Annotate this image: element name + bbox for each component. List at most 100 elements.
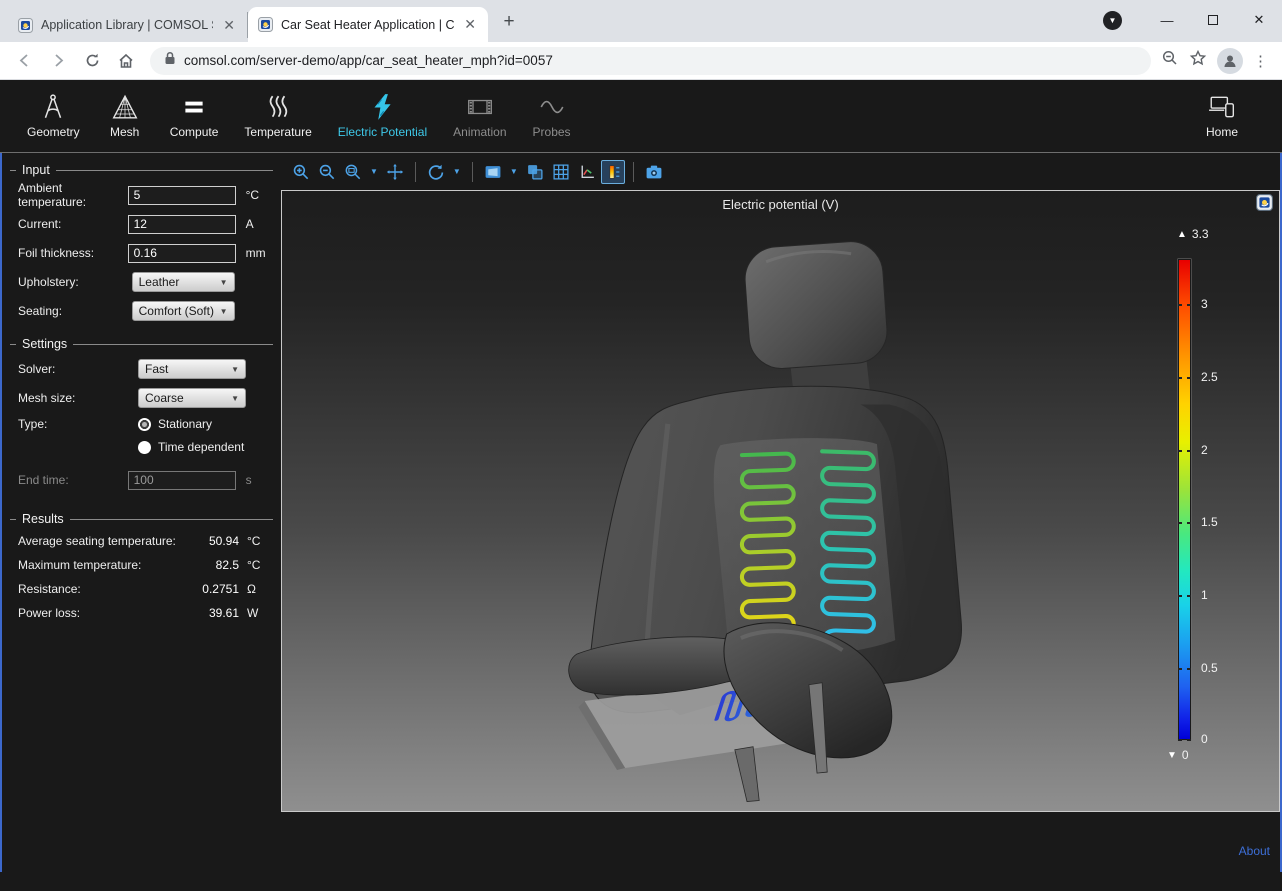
new-tab-button[interactable]: + [496, 9, 522, 35]
ribbon-label: Compute [170, 125, 219, 139]
field-unit: mm [246, 246, 273, 260]
bookmark-star-icon[interactable] [1189, 49, 1207, 72]
triangle-up-icon: ▲ [1177, 229, 1187, 240]
solver-dropdown[interactable]: Fast ▼ [138, 359, 246, 379]
foil-thickness-input[interactable] [128, 244, 236, 263]
zoom-box-button[interactable] [341, 160, 365, 184]
maximize-button[interactable] [1190, 3, 1236, 37]
close-button[interactable]: ✕ [1236, 3, 1282, 37]
radio-time-dependent[interactable]: Time dependent [138, 440, 244, 454]
browser-tab-background[interactable]: Application Library | COMSOL Se ✕ [8, 12, 248, 38]
browser-tab-active[interactable]: Car Seat Heater Application | CO ✕ [248, 7, 488, 42]
zoom-out-icon[interactable] [1161, 49, 1179, 72]
chevron-down-icon: ▼ [231, 394, 239, 403]
radio-stationary[interactable]: Stationary [138, 417, 244, 431]
comsol-favicon-icon [258, 17, 273, 32]
tab-close-icon[interactable]: ✕ [462, 16, 478, 33]
section-header-results: Results [10, 512, 273, 526]
section-header-input: Input [10, 163, 273, 177]
dropdown-value: Comfort (Soft) [139, 304, 220, 318]
result-label: Resistance: [18, 582, 187, 596]
field-unit: °C [246, 188, 273, 202]
temperature-waves-icon [263, 93, 293, 121]
seating-dropdown[interactable]: Comfort (Soft) ▼ [132, 301, 235, 321]
colorbar-max: ▲ 3.3 [1177, 227, 1233, 241]
result-maximum-temperature: Maximum temperature: 82.5 °C [18, 558, 273, 572]
compute-equals-icon [179, 93, 209, 121]
rotate-dropdown-icon[interactable]: ▼ [450, 167, 464, 176]
zoom-extents-button[interactable] [383, 160, 407, 184]
colorbar-min-value: 0 [1182, 748, 1189, 762]
ribbon-button-compute[interactable]: Compute [157, 89, 232, 143]
axes-plot-button[interactable] [575, 160, 599, 184]
ribbon-button-home[interactable]: Home [1190, 89, 1254, 143]
ribbon-label: Probes [533, 125, 571, 139]
field-upholstery: Upholstery: Leather ▼ [18, 272, 273, 292]
upholstery-dropdown[interactable]: Leather ▼ [132, 272, 235, 292]
grid-button[interactable] [549, 160, 573, 184]
about-link[interactable]: About [1239, 844, 1270, 858]
ribbon-button-probes: Probes [520, 89, 584, 143]
geometry-compass-icon [38, 93, 68, 121]
app-content: Input Ambient temperature: °C Current: A… [0, 153, 1282, 872]
mesh-triangle-icon [110, 93, 140, 121]
comsol-favicon-icon [18, 18, 33, 33]
colorbar-max-value: 3.3 [1192, 227, 1209, 241]
rotate-button[interactable] [424, 160, 448, 184]
field-solver: Solver: Fast ▼ [18, 359, 273, 379]
mesh-size-dropdown[interactable]: Coarse ▼ [138, 388, 246, 408]
probes-wave-icon [537, 93, 567, 121]
graphics-canvas[interactable]: Electric potential (V) [281, 190, 1280, 812]
zoom-out-button[interactable] [315, 160, 339, 184]
url-bar[interactable]: comsol.com/server-demo/app/car_seat_heat… [150, 47, 1151, 75]
profile-avatar[interactable] [1217, 48, 1243, 74]
result-unit: Ω [247, 582, 273, 596]
car-seat-3d-render [282, 191, 1279, 811]
result-average-seating-temperature: Average seating temperature: 50.94 °C [18, 534, 273, 548]
back-button[interactable] [10, 47, 38, 75]
result-label: Power loss: [18, 606, 187, 620]
forward-button[interactable] [44, 47, 72, 75]
electric-bolt-icon [367, 93, 397, 121]
chrome-status-chevron-icon[interactable]: ▼ [1103, 11, 1122, 30]
home-button-browser[interactable] [112, 47, 140, 75]
tab-close-icon[interactable]: ✕ [221, 17, 237, 34]
ribbon-label: Mesh [110, 125, 139, 139]
url-text: comsol.com/server-demo/app/car_seat_heat… [184, 53, 553, 68]
color-legend-button[interactable] [601, 160, 625, 184]
chevron-down-icon: ▼ [231, 365, 239, 374]
menu-kebab-icon[interactable]: ⋮ [1253, 52, 1268, 70]
snapshot-button[interactable] [642, 160, 666, 184]
ribbon-label: Animation [453, 125, 506, 139]
result-label: Maximum temperature: [18, 558, 187, 572]
result-unit: °C [247, 558, 273, 572]
ribbon-button-temperature[interactable]: Temperature [231, 89, 324, 143]
go-to-view-button[interactable] [481, 160, 505, 184]
color-legend: ▲ 3.3 3 2.5 2 1.5 1 0.5 0 [1177, 227, 1233, 762]
field-label: Mesh size: [18, 391, 138, 405]
result-unit: °C [247, 534, 273, 548]
zoom-in-button[interactable] [289, 160, 313, 184]
transparency-button[interactable] [523, 160, 547, 184]
ribbon-label: Geometry [27, 125, 80, 139]
ambient-temperature-input[interactable] [128, 186, 236, 205]
reload-button[interactable] [78, 47, 106, 75]
field-label: Upholstery: [18, 275, 132, 289]
ribbon-button-mesh[interactable]: Mesh [93, 89, 157, 143]
ribbon-button-electric-potential[interactable]: Electric Potential [325, 89, 440, 143]
result-value: 0.2751 [187, 582, 239, 596]
current-input[interactable] [128, 215, 236, 234]
triangle-down-icon: ▼ [1167, 750, 1177, 761]
field-end-time: End time: s [18, 470, 273, 490]
field-label: End time: [18, 473, 128, 487]
zoom-box-dropdown-icon[interactable]: ▼ [367, 167, 381, 176]
go-to-view-dropdown-icon[interactable]: ▼ [507, 167, 521, 176]
result-value: 82.5 [187, 558, 239, 572]
field-label: Ambient temperature: [18, 181, 128, 209]
field-seating: Seating: Comfort (Soft) ▼ [18, 301, 273, 321]
field-unit: s [246, 473, 273, 487]
field-label: Foil thickness: [18, 246, 128, 260]
home-devices-icon [1206, 93, 1238, 121]
minimize-button[interactable]: — [1144, 3, 1190, 37]
ribbon-button-geometry[interactable]: Geometry [14, 89, 93, 143]
